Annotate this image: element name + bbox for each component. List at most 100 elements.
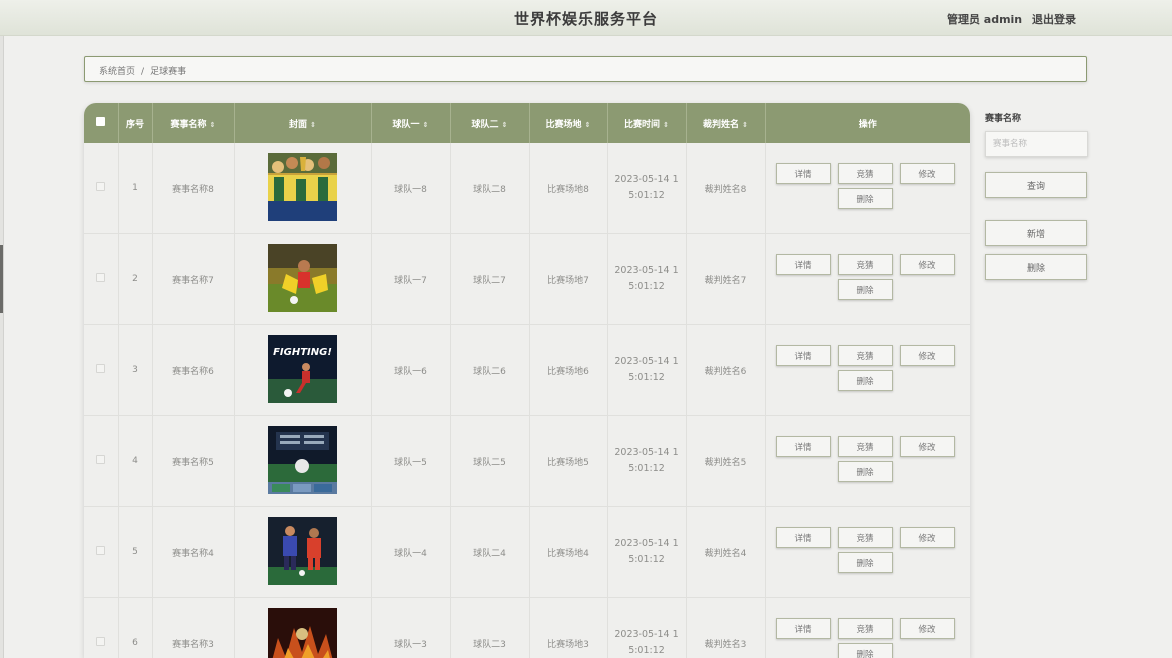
row-time: 2023-05-14 1 5:01:12 bbox=[607, 506, 687, 598]
delete-button[interactable]: 删除 bbox=[837, 643, 893, 658]
row-name: 赛事名称8 bbox=[152, 143, 235, 234]
row-team2: 球队二8 bbox=[450, 143, 530, 234]
cover-poster-text: FIGHTING! bbox=[273, 347, 332, 358]
row-referee: 裁判姓名5 bbox=[686, 415, 766, 507]
detail-button[interactable]: 详情 bbox=[775, 163, 831, 184]
row-checkbox[interactable] bbox=[96, 546, 106, 555]
cover-image-fighting-poster: FIGHTING! bbox=[268, 334, 337, 403]
detail-button[interactable]: 详情 bbox=[775, 618, 831, 639]
bid-button[interactable]: 竞猜 bbox=[837, 345, 893, 366]
delete-button[interactable]: 删除 bbox=[837, 370, 893, 391]
sort-icon[interactable]: ⇕ bbox=[502, 121, 508, 129]
row-team1: 球队一4 bbox=[371, 506, 451, 598]
row-name: 赛事名称7 bbox=[152, 233, 235, 325]
header-time[interactable]: 比赛时间 ⇕ bbox=[607, 103, 687, 143]
row-venue: 比赛场地7 bbox=[529, 233, 608, 325]
header-cover[interactable]: 封面 ⇕ bbox=[234, 103, 372, 143]
detail-button[interactable]: 详情 bbox=[775, 345, 831, 366]
row-team2: 球队二4 bbox=[450, 506, 530, 598]
edit-button[interactable]: 修改 bbox=[899, 527, 955, 548]
table-row: 2 赛事名称7 球队一7 球队二7 比赛场地7 2023-05-14 1 5:0… bbox=[84, 233, 970, 325]
row-name: 赛事名称6 bbox=[152, 324, 235, 416]
header-ops: 操作 bbox=[858, 119, 877, 130]
header-select-all[interactable] bbox=[84, 103, 119, 143]
header-name[interactable]: 赛事名称 ⇕ bbox=[152, 103, 235, 143]
cover-image-players-duel bbox=[268, 516, 337, 585]
sidebar-collapsed-edge bbox=[0, 36, 4, 658]
sort-icon[interactable]: ⇕ bbox=[585, 121, 591, 129]
sort-icon[interactable]: ⇕ bbox=[310, 121, 316, 129]
delete-button[interactable]: 删除 bbox=[837, 461, 893, 482]
edit-button[interactable]: 修改 bbox=[899, 345, 955, 366]
sort-icon[interactable]: ⇕ bbox=[742, 121, 748, 129]
table-row: 1 赛事名称8 球队一8 球队二8 比赛场地8 2023-05-14 1 5:0… bbox=[84, 143, 970, 234]
match-table: 序号 赛事名称 ⇕ 封面 ⇕ 球队一 ⇕ 球队二 ⇕ 比赛场地 ⇕ 比赛时间 ⇕ 裁判姓名 ⇕… bbox=[84, 103, 970, 658]
row-time: 2023-05-14 1 5:01:12 bbox=[607, 143, 687, 234]
header-venue[interactable]: 比赛场地 ⇕ bbox=[529, 103, 608, 143]
match-table-container: 序号 赛事名称 ⇕ 封面 ⇕ 球队一 ⇕ 球队二 ⇕ 比赛场地 ⇕ 比赛时间 ⇕ 裁判姓名 ⇕… bbox=[84, 103, 970, 658]
detail-button[interactable]: 详情 bbox=[775, 254, 831, 275]
bid-button[interactable]: 竞猜 bbox=[837, 527, 893, 548]
delete-button[interactable]: 删除 bbox=[837, 279, 893, 300]
row-referee: 裁判姓名7 bbox=[686, 233, 766, 325]
header-index: 序号 bbox=[118, 103, 153, 143]
row-index: 1 bbox=[118, 143, 153, 234]
row-checkbox[interactable] bbox=[96, 637, 106, 646]
sidebar-toggle-handle[interactable] bbox=[0, 245, 3, 313]
row-checkbox[interactable] bbox=[96, 364, 106, 373]
search-input[interactable] bbox=[985, 131, 1088, 157]
breadcrumb: 系统首页 / 足球赛事 bbox=[84, 56, 1087, 82]
header-team1[interactable]: 球队一 ⇕ bbox=[371, 103, 451, 143]
row-team1: 球队一7 bbox=[371, 233, 451, 325]
row-venue: 比赛场地8 bbox=[529, 143, 608, 234]
table-header-row: 序号 赛事名称 ⇕ 封面 ⇕ 球队一 ⇕ 球队二 ⇕ 比赛场地 ⇕ 比赛时间 ⇕ 裁判姓名 ⇕… bbox=[84, 103, 970, 143]
detail-button[interactable]: 详情 bbox=[775, 527, 831, 548]
row-venue: 比赛场地5 bbox=[529, 415, 608, 507]
row-referee: 裁判姓名8 bbox=[686, 143, 766, 234]
query-button[interactable]: 查询 bbox=[985, 172, 1087, 198]
delete-button[interactable]: 删除 bbox=[837, 188, 893, 209]
edit-button[interactable]: 修改 bbox=[899, 436, 955, 457]
row-team2: 球队二6 bbox=[450, 324, 530, 416]
logout-link[interactable]: 退出登录 bbox=[1032, 13, 1076, 26]
bid-button[interactable]: 竞猜 bbox=[837, 163, 893, 184]
sort-icon[interactable]: ⇕ bbox=[663, 121, 669, 129]
detail-button[interactable]: 详情 bbox=[775, 436, 831, 457]
row-checkbox[interactable] bbox=[96, 455, 106, 464]
bid-button[interactable]: 竞猜 bbox=[837, 618, 893, 639]
edit-button[interactable]: 修改 bbox=[899, 163, 955, 184]
table-row: 4 赛事名称5 球队一5 球队二5 比赛场地5 2023-05-14 1 5:0… bbox=[84, 415, 970, 507]
select-all-checkbox[interactable] bbox=[96, 117, 106, 126]
row-checkbox[interactable] bbox=[96, 273, 106, 282]
cover-image-trophy-celebration bbox=[268, 152, 337, 221]
add-button[interactable]: 新增 bbox=[985, 220, 1087, 246]
delete-button[interactable]: 删除 bbox=[837, 552, 893, 573]
row-team1: 球队一3 bbox=[371, 597, 451, 658]
batch-delete-button[interactable]: 删除 bbox=[985, 254, 1087, 280]
header-referee[interactable]: 裁判姓名 ⇕ bbox=[686, 103, 766, 143]
bid-button[interactable]: 竞猜 bbox=[837, 436, 893, 457]
row-team1: 球队一6 bbox=[371, 324, 451, 416]
row-venue: 比赛场地6 bbox=[529, 324, 608, 416]
row-referee: 裁判姓名3 bbox=[686, 597, 766, 658]
sort-icon[interactable]: ⇕ bbox=[210, 121, 216, 129]
row-team2: 球队二5 bbox=[450, 415, 530, 507]
row-time: 2023-05-14 1 5:01:12 bbox=[607, 415, 687, 507]
row-referee: 裁判姓名4 bbox=[686, 506, 766, 598]
cover-image-stadium-ball bbox=[268, 425, 337, 494]
row-time: 2023-05-14 1 5:01:12 bbox=[607, 324, 687, 416]
table-row: 5 赛事名称4 球队一4 球队二4 比赛场地4 2023-05-14 1 5:0… bbox=[84, 506, 970, 598]
header-team2[interactable]: 球队二 ⇕ bbox=[450, 103, 530, 143]
breadcrumb-current: 足球赛事 bbox=[150, 67, 187, 77]
sort-icon[interactable]: ⇕ bbox=[423, 121, 429, 129]
user-label: 管理员 admin bbox=[946, 13, 1023, 26]
bid-button[interactable]: 竞猜 bbox=[837, 254, 893, 275]
row-venue: 比赛场地4 bbox=[529, 506, 608, 598]
row-checkbox[interactable] bbox=[96, 182, 106, 191]
edit-button[interactable]: 修改 bbox=[899, 254, 955, 275]
edit-button[interactable]: 修改 bbox=[899, 618, 955, 639]
breadcrumb-home[interactable]: 系统首页 bbox=[99, 67, 135, 77]
user-area: 管理员 admin 退出登录 bbox=[941, 11, 1076, 27]
table-row: 6 赛事名称3 球队一3 球队二3 比赛场地3 2023-05-14 1 5:0… bbox=[84, 597, 970, 658]
row-index: 2 bbox=[118, 233, 153, 325]
